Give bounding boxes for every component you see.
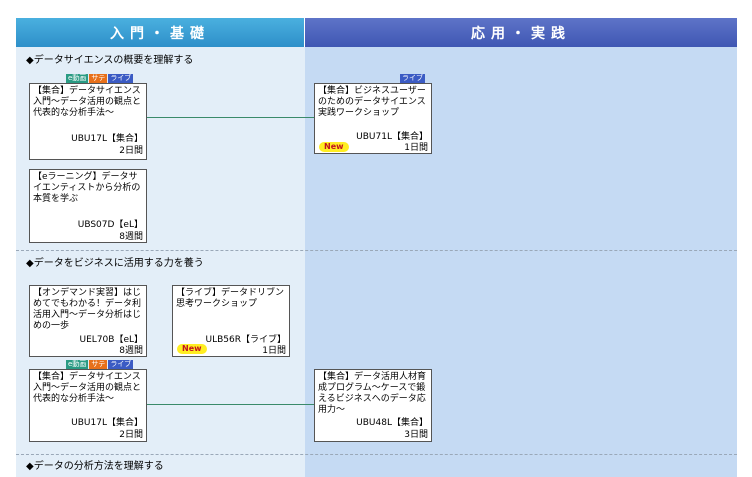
basic-level-header: 入門・基礎 <box>16 18 305 47</box>
delivery-badges: e動画 サテ ライブ <box>66 74 134 83</box>
section-title-analysis: ◆データの分析方法を理解する <box>26 461 164 472</box>
badge-live: ライブ <box>400 74 425 83</box>
course-title[interactable]: 【集合】ビジネスユーザーのためのデータサイエンス実践ワークショップ <box>318 86 428 119</box>
delivery-badges: e動画 サテ ライブ <box>66 360 134 369</box>
course-code: UBU48L【集合】 <box>356 418 428 428</box>
course-code: UEL70B【eL】 <box>79 335 143 345</box>
section-title-business: ◆データをビジネスに活用する力を養う <box>26 258 204 269</box>
badge-live: ライブ <box>108 74 134 83</box>
course-code: ULB56R【ライブ】 <box>205 335 286 345</box>
course-card-ubu71l[interactable]: ライブ 【集合】ビジネスユーザーのためのデータサイエンス実践ワークショップ Ne… <box>314 74 432 154</box>
course-title[interactable]: 【eラーニング】データサイエンティストから分析の本質を学ぶ <box>33 172 143 205</box>
advanced-level-header: 応用・実践 <box>305 18 737 47</box>
section-divider <box>16 250 737 251</box>
new-badge: New <box>319 142 349 152</box>
section-title-overview: ◆データサイエンスの概要を理解する <box>26 55 194 66</box>
course-card-ubs07d[interactable]: 【eラーニング】データサイエンティストから分析の本質を学ぶ UBS07D【eL】… <box>29 169 147 243</box>
course-card-ubu48l[interactable]: 【集合】データ活用人材育成プログラム～ケースで鍛えるビジネスへのデータ応用力～ … <box>314 369 432 442</box>
badge-elearning-video: e動画 <box>66 360 89 369</box>
badge-live: ライブ <box>108 360 134 369</box>
course-code: UBU71L【集合】 <box>356 132 428 142</box>
course-duration: 8週間 <box>119 232 143 242</box>
badge-satellite: サテ <box>89 74 108 83</box>
course-duration: 8週間 <box>119 346 143 356</box>
course-title[interactable]: 【ライブ】データドリブン思考ワークショップ <box>176 288 286 310</box>
course-title[interactable]: 【集合】データ活用人材育成プログラム～ケースで鍛えるビジネスへのデータ応用力～ <box>318 372 428 416</box>
course-duration: 2日間 <box>119 146 143 156</box>
course-code: UBU17L【集合】 <box>71 418 143 428</box>
course-duration: 1日間 <box>404 143 428 153</box>
course-duration: 1日間 <box>262 346 286 356</box>
delivery-badges: ライブ <box>400 74 425 83</box>
course-duration: 3日間 <box>404 430 428 440</box>
course-path-connector <box>147 404 314 405</box>
badge-elearning-video: e動画 <box>66 74 89 83</box>
course-title[interactable]: 【集合】データサイエンス入門～データ活用の観点と代表的な分析手法～ <box>33 86 143 119</box>
course-duration: 2日間 <box>119 430 143 440</box>
course-title[interactable]: 【オンデマンド実習】はじめてでもわかる！データ利活用入門～データ分析はじめの一歩 <box>33 288 143 332</box>
course-title[interactable]: 【集合】データサイエンス入門～データ活用の観点と代表的な分析手法～ <box>33 372 143 405</box>
course-card-ulb56r[interactable]: 【ライブ】データドリブン思考ワークショップ New ULB56R【ライブ】 1日… <box>172 285 290 357</box>
course-card-ubu17l-2[interactable]: e動画 サテ ライブ 【集合】データサイエンス入門～データ活用の観点と代表的な分… <box>29 360 147 442</box>
badge-satellite: サテ <box>89 360 108 369</box>
course-code: UBU17L【集合】 <box>71 134 143 144</box>
course-card-uel70b[interactable]: 【オンデマンド実習】はじめてでもわかる！データ利活用入門～データ分析はじめの一歩… <box>29 285 147 357</box>
course-path-connector <box>147 117 314 118</box>
course-code: UBS07D【eL】 <box>77 220 143 230</box>
section-divider <box>16 454 737 455</box>
course-card-ubu17l[interactable]: e動画 サテ ライブ 【集合】データサイエンス入門～データ活用の観点と代表的な分… <box>29 74 147 160</box>
level-header: 入門・基礎 応用・実践 <box>16 18 737 47</box>
new-badge: New <box>177 344 207 354</box>
